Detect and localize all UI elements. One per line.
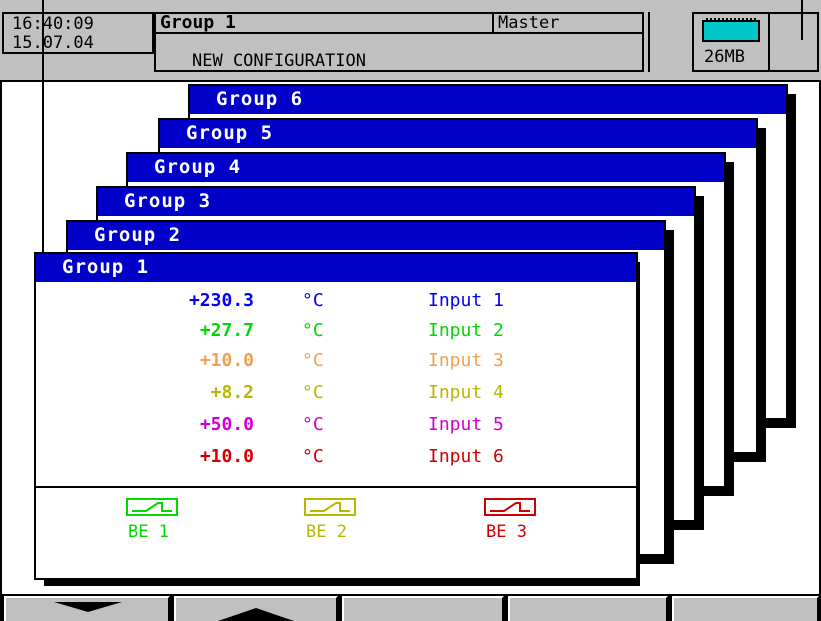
relay-2-label: BE 2 xyxy=(306,522,347,542)
time-readout: 16:40:09 xyxy=(12,14,94,34)
channel-3-unit: °C xyxy=(302,350,324,371)
channel-5-label: Input 5 xyxy=(428,414,504,435)
channel-5-value: +50.0 xyxy=(199,414,254,435)
recorder-screen: 16:40:09 15.07.04 Group 1 Master NEW CON… xyxy=(0,0,821,621)
softkey-up-button[interactable] xyxy=(174,596,338,621)
extra-status-slot xyxy=(768,12,819,72)
status-bar-bottom-line xyxy=(0,80,821,82)
channel-2-value: +27.7 xyxy=(199,320,254,341)
battery-icon xyxy=(702,18,760,42)
channel-1-unit: °C xyxy=(302,290,324,311)
channel-6-label: Input 6 xyxy=(428,446,504,467)
memory-readout: 26MB xyxy=(704,47,745,67)
screen-left-border xyxy=(0,0,2,621)
callout-line-left xyxy=(42,0,44,260)
channel-4-unit: °C xyxy=(302,382,324,403)
callout-line-right xyxy=(801,0,803,40)
relay-2-icon xyxy=(304,498,356,516)
relay-divider xyxy=(34,486,638,488)
relay-3-label: BE 3 xyxy=(486,522,527,542)
channel-2-label: Input 2 xyxy=(428,320,504,341)
group-5-header[interactable]: Group 5 xyxy=(158,118,758,148)
channel-3-label: Input 3 xyxy=(428,350,504,371)
panel-divider xyxy=(648,12,650,72)
group-6-header[interactable]: Group 6 xyxy=(188,84,788,114)
current-group-title[interactable]: Group 1 xyxy=(154,12,494,34)
softkey-4-button[interactable] xyxy=(508,596,668,621)
channel-3-value: +10.0 xyxy=(199,350,254,371)
softkey-down-button[interactable] xyxy=(4,596,170,621)
channel-4-label: Input 4 xyxy=(428,382,504,403)
relay-3-icon xyxy=(484,498,536,516)
arrow-up-icon xyxy=(218,608,294,621)
softkey-5-button[interactable] xyxy=(672,596,819,621)
channel-6-unit: °C xyxy=(302,446,324,467)
channel-6-value: +10.0 xyxy=(199,446,254,467)
date-readout: 15.07.04 xyxy=(12,33,94,53)
group-4-header[interactable]: Group 4 xyxy=(126,152,726,182)
channel-1-label: Input 1 xyxy=(428,290,504,311)
group-1-header[interactable]: Group 1 xyxy=(34,252,638,282)
channel-4-value: +8.2 xyxy=(210,382,254,403)
channel-5-unit: °C xyxy=(302,414,324,435)
group-3-header[interactable]: Group 3 xyxy=(96,186,696,216)
clock-panel: 16:40:09 15.07.04 xyxy=(2,12,154,54)
group-1-card[interactable]: Group 1 +230.3 °C Input 1 +27.7 °C Input… xyxy=(34,252,638,580)
memory-panel: 26MB xyxy=(692,12,770,72)
group-2-header[interactable]: Group 2 xyxy=(66,220,666,250)
arrow-down-icon xyxy=(54,602,122,612)
status-message: NEW CONFIGURATION xyxy=(154,32,644,72)
softkey-3-button[interactable] xyxy=(342,596,504,621)
relay-1-icon xyxy=(126,498,178,516)
relay-1-label: BE 1 xyxy=(128,522,169,542)
channel-1-value: +230.3 xyxy=(188,290,254,311)
channel-2-unit: °C xyxy=(302,320,324,341)
mode-indicator: Master xyxy=(492,12,644,34)
